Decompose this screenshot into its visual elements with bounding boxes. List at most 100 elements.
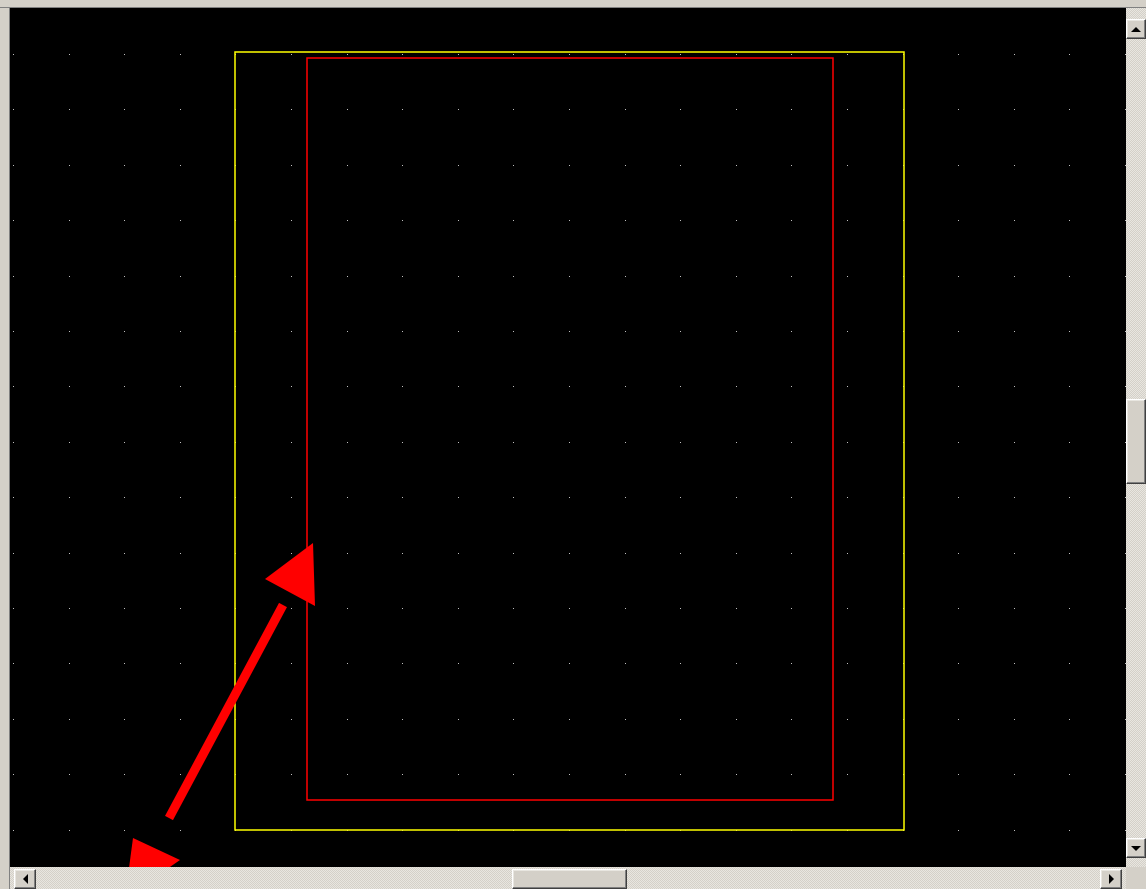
grid-dot bbox=[347, 719, 348, 720]
grid-dot bbox=[124, 497, 125, 498]
grid-dot bbox=[13, 109, 14, 110]
vertical-scroll-thumb[interactable] bbox=[1126, 399, 1146, 484]
arrow-left-icon bbox=[22, 874, 28, 884]
grid-dot bbox=[1014, 54, 1015, 55]
grid-dot bbox=[347, 109, 348, 110]
grid-dot bbox=[347, 331, 348, 332]
grid-dot bbox=[458, 719, 459, 720]
grid-dot bbox=[69, 331, 70, 332]
inner-boundary-rect[interactable] bbox=[306, 57, 834, 801]
grid-dot bbox=[736, 220, 737, 221]
grid-dot bbox=[736, 442, 737, 443]
grid-dot bbox=[791, 54, 792, 55]
grid-dot bbox=[847, 719, 848, 720]
scroll-left-button[interactable] bbox=[14, 869, 36, 889]
grid-dot bbox=[569, 608, 570, 609]
grid-dot bbox=[680, 553, 681, 554]
grid-dot bbox=[13, 54, 14, 55]
grid-dot bbox=[347, 54, 348, 55]
grid-dot bbox=[1069, 553, 1070, 554]
grid-dot bbox=[347, 276, 348, 277]
grid-dot bbox=[680, 331, 681, 332]
grid-dot bbox=[1014, 608, 1015, 609]
grid-dot bbox=[680, 386, 681, 387]
grid-dot bbox=[1069, 608, 1070, 609]
grid-dot bbox=[402, 442, 403, 443]
grid-dot bbox=[513, 165, 514, 166]
grid-dot bbox=[458, 54, 459, 55]
grid-dot bbox=[791, 608, 792, 609]
grid-dot bbox=[847, 608, 848, 609]
grid-dot bbox=[13, 774, 14, 775]
grid-dot bbox=[69, 774, 70, 775]
grid-dot bbox=[1014, 719, 1015, 720]
grid-dot bbox=[791, 553, 792, 554]
arrow-down-icon bbox=[1131, 845, 1141, 851]
grid-dot bbox=[569, 719, 570, 720]
grid-dot bbox=[680, 54, 681, 55]
grid-dot bbox=[347, 663, 348, 664]
grid-dot bbox=[847, 386, 848, 387]
grid-dot bbox=[124, 386, 125, 387]
grid-dot bbox=[402, 553, 403, 554]
grid-dot bbox=[13, 165, 14, 166]
vertical-scrollbar[interactable] bbox=[1126, 8, 1146, 867]
grid-dot bbox=[625, 54, 626, 55]
grid-dot bbox=[458, 386, 459, 387]
grid-dot bbox=[513, 663, 514, 664]
grid-dot bbox=[625, 719, 626, 720]
grid-dot bbox=[791, 220, 792, 221]
grid-dot bbox=[513, 553, 514, 554]
horizontal-scrollbar[interactable] bbox=[10, 867, 1126, 889]
outer-boundary-rect[interactable] bbox=[234, 51, 905, 831]
grid-dot bbox=[180, 553, 181, 554]
grid-dot bbox=[1014, 165, 1015, 166]
grid-dot bbox=[680, 497, 681, 498]
grid-dot bbox=[736, 386, 737, 387]
grid-dot bbox=[458, 442, 459, 443]
grid-dot bbox=[569, 276, 570, 277]
scroll-down-button[interactable] bbox=[1126, 838, 1146, 858]
grid-dot bbox=[513, 54, 514, 55]
grid-dot bbox=[791, 386, 792, 387]
window-left-edge bbox=[0, 8, 10, 889]
grid-dot bbox=[180, 442, 181, 443]
grid-dot bbox=[124, 553, 125, 554]
grid-dot bbox=[569, 442, 570, 443]
grid-dot bbox=[291, 719, 292, 720]
canvas-drawing[interactable] bbox=[10, 8, 1126, 867]
grid-dot bbox=[69, 553, 70, 554]
grid-dot bbox=[291, 442, 292, 443]
grid-dot bbox=[69, 54, 70, 55]
grid-dot bbox=[1014, 553, 1015, 554]
grid-dot bbox=[402, 276, 403, 277]
grid-dot bbox=[347, 497, 348, 498]
grid-dot bbox=[958, 608, 959, 609]
scroll-right-button[interactable] bbox=[1100, 869, 1122, 889]
grid-dot bbox=[513, 220, 514, 221]
grid-dot bbox=[958, 830, 959, 831]
grid-dot bbox=[569, 165, 570, 166]
grid-dot bbox=[569, 109, 570, 110]
grid-dot bbox=[347, 442, 348, 443]
grid-dot bbox=[680, 220, 681, 221]
grid-dot bbox=[1069, 276, 1070, 277]
grid-dot bbox=[736, 109, 737, 110]
grid-dot bbox=[569, 54, 570, 55]
grid-dot bbox=[958, 663, 959, 664]
grid-dot bbox=[180, 830, 181, 831]
grid-dot bbox=[347, 553, 348, 554]
grid-dot bbox=[69, 608, 70, 609]
grid-dot bbox=[513, 276, 514, 277]
drawing-canvas[interactable] bbox=[10, 8, 1126, 867]
grid-dot bbox=[569, 497, 570, 498]
grid-dot bbox=[569, 553, 570, 554]
grid-dot bbox=[1069, 165, 1070, 166]
horizontal-scroll-thumb[interactable] bbox=[512, 869, 627, 889]
grid-dot bbox=[958, 442, 959, 443]
grid-dot bbox=[1069, 830, 1070, 831]
grid-dot bbox=[625, 442, 626, 443]
grid-dot bbox=[69, 109, 70, 110]
scroll-up-button[interactable] bbox=[1126, 19, 1146, 39]
grid-dot bbox=[402, 386, 403, 387]
